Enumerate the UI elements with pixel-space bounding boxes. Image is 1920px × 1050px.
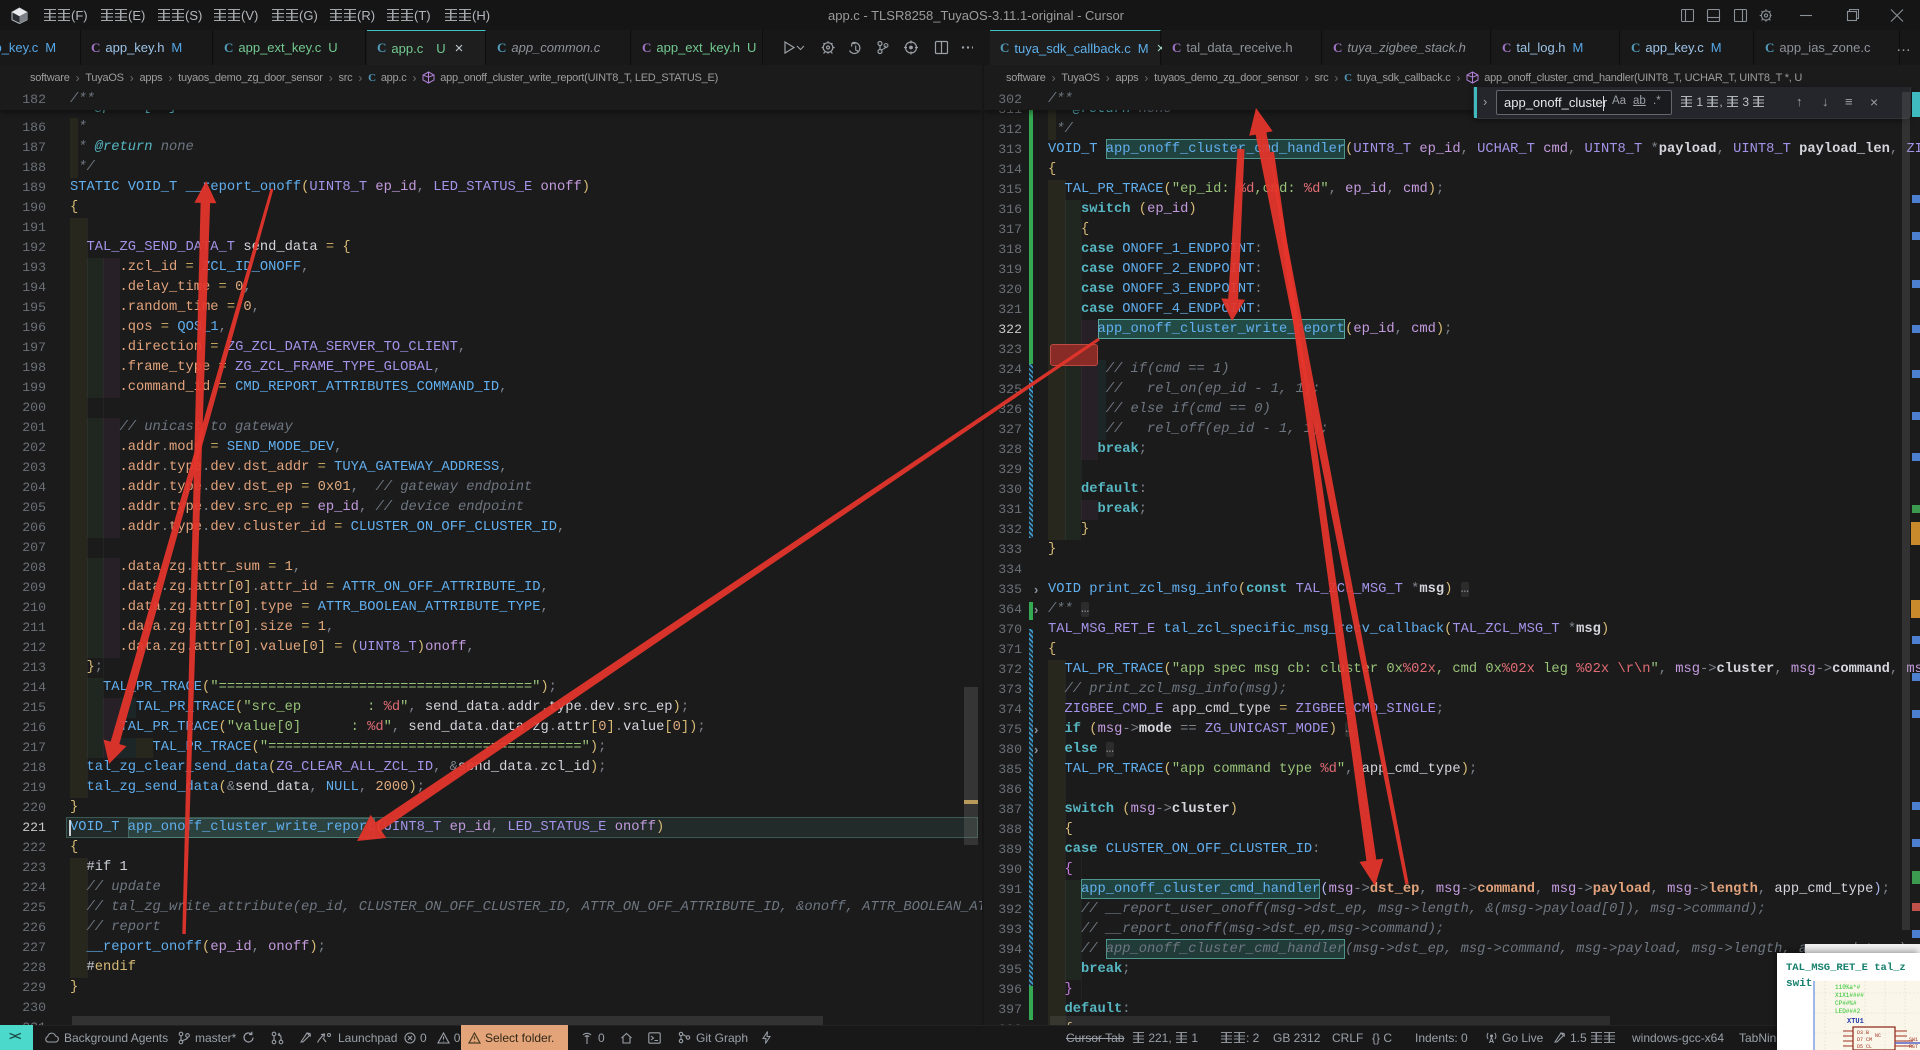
svg-text:SW1: SW1 (1909, 1037, 1918, 1043)
svg-text:110%a*#: 110%a*# (1835, 984, 1861, 991)
svg-text:D3 B: D3 B (1857, 1030, 1869, 1036)
svg-text:RST: RST (1909, 1044, 1918, 1050)
svg-text:CP##%#: CP##%# (1835, 1000, 1857, 1007)
svg-text:D5 CL: D5 CL (1857, 1044, 1872, 1050)
svg-text:NC: NC (1875, 1033, 1881, 1039)
svg-text:D7 CM: D7 CM (1857, 1037, 1872, 1043)
svg-text:X1X1####: X1X1#### (1835, 992, 1864, 999)
svg-text:XTU1: XTU1 (1847, 1018, 1864, 1026)
svg-text:LED###2: LED###2 (1835, 1008, 1861, 1015)
